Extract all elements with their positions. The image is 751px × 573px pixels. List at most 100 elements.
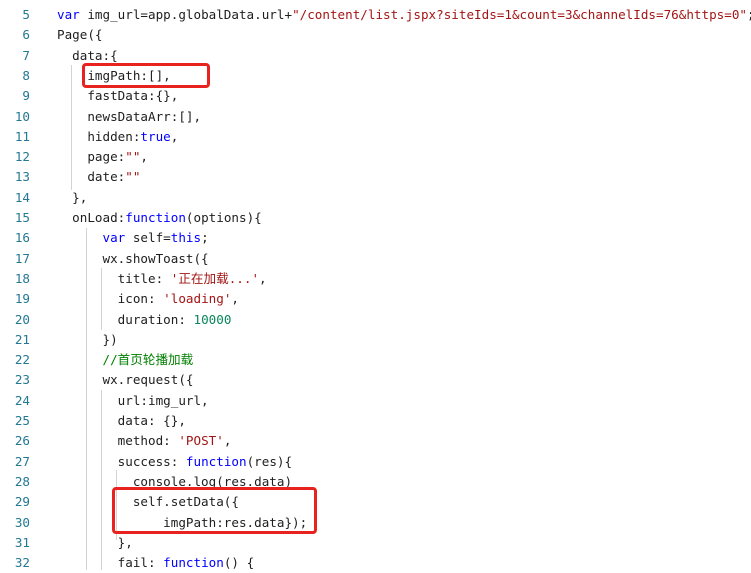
code-token: page: [57, 149, 126, 165]
code-token: var [102, 230, 126, 246]
code-token: Page({ [57, 27, 103, 43]
line-number: 20 [14, 311, 30, 327]
code-token: wx.request({ [57, 372, 194, 388]
code-token: method: [57, 433, 179, 449]
code-token: var [57, 7, 80, 22]
code-token: , [170, 128, 179, 144]
code-token: "" [125, 149, 141, 165]
code-token: }, [57, 189, 88, 205]
code-line[interactable]: 20 duration: 10000 [0, 310, 751, 330]
indent-guide [86, 228, 87, 570]
code-text: wx.request({ [57, 370, 193, 390]
indent-guide [101, 390, 102, 570]
code-line[interactable]: 22 //首页轮播加载 [0, 350, 751, 370]
code-text: Page({ [57, 25, 103, 45]
code-token: }, [57, 534, 133, 550]
code-line[interactable]: 10 newsDataArr:[], [0, 107, 751, 127]
code-token: , [223, 433, 232, 449]
code-token: 'loading' [163, 291, 232, 307]
line-number: 30 [14, 514, 30, 530]
code-token: hidden: [57, 128, 141, 144]
line-number: 16 [14, 230, 30, 246]
code-text: wx.showToast({ [57, 249, 209, 269]
code-token: //首页轮播加载 [57, 352, 194, 368]
code-token: wx.showToast({ [57, 250, 209, 266]
line-number: 27 [14, 453, 30, 469]
code-token: self= [125, 230, 171, 246]
code-text: onLoad:function(options){ [57, 208, 262, 228]
code-line[interactable]: 11 hidden:true, [0, 127, 751, 147]
code-text: date:"" [57, 167, 140, 187]
line-number: 14 [14, 189, 30, 205]
line-number: 7 [22, 47, 30, 63]
code-line[interactable]: 18 title: '正在加载...', [0, 269, 751, 289]
code-token: date: [57, 169, 126, 185]
line-number: 28 [14, 473, 30, 489]
code-text: duration: 10000 [57, 310, 232, 330]
code-text: fastData:{}, [57, 86, 178, 106]
code-line[interactable]: 32 fail: function() { [0, 553, 751, 573]
code-token: }) [57, 331, 118, 347]
code-line[interactable]: 12 page:"", [0, 147, 751, 167]
code-text: hidden:true, [57, 127, 178, 147]
code-text: success: function(res){ [57, 452, 292, 472]
code-line[interactable]: 5 var img_url=app.globalData.url+"/conten… [0, 5, 751, 25]
code-text: var self=this; [57, 228, 209, 248]
line-number: 8 [22, 67, 30, 83]
line-number: 13 [14, 169, 30, 185]
code-token: function [185, 453, 247, 469]
code-line[interactable]: 31 }, [0, 533, 751, 553]
code-token: data:{ [57, 47, 118, 63]
code-token: 10000 [193, 311, 232, 327]
highlight-box-imgpath-declaration [82, 63, 210, 88]
code-token: onLoad: [57, 210, 126, 225]
line-number: 29 [14, 494, 30, 510]
code-line[interactable]: 6 Page({ [0, 25, 751, 45]
code-token: fastData:{}, [57, 88, 179, 104]
code-text: }, [57, 188, 87, 208]
code-text: icon: 'loading', [57, 289, 239, 309]
line-number: 18 [14, 270, 30, 286]
code-token: ; [747, 7, 751, 22]
code-line[interactable]: 16 var self=this; [0, 228, 751, 248]
line-number: 22 [14, 352, 30, 368]
code-token: , [231, 291, 239, 307]
line-number: 10 [14, 108, 30, 124]
code-token: ; [201, 230, 209, 246]
code-text: }) [57, 330, 118, 350]
code-token: newsDataArr:[], [57, 108, 202, 124]
indent-guide [71, 65, 72, 190]
code-token: "" [125, 169, 141, 185]
code-token: this [170, 230, 202, 246]
code-token: , [140, 149, 149, 165]
code-line[interactable]: 15 onLoad:function(options){ [0, 208, 751, 228]
line-number: 17 [14, 250, 30, 266]
line-number: 25 [14, 413, 30, 428]
code-line[interactable]: 26 method: 'POST', [0, 431, 751, 451]
line-number: 26 [14, 433, 30, 449]
code-line[interactable]: 23 wx.request({ [0, 370, 751, 390]
code-text: var img_url=app.globalData.url+"/content… [57, 5, 751, 25]
code-text: newsDataArr:[], [57, 107, 201, 127]
code-line[interactable]: 25 data: {}, [0, 411, 751, 431]
code-line[interactable]: 21 }) [0, 330, 751, 350]
code-token: '正在加载...' [170, 270, 260, 286]
code-line[interactable]: 13 date:"" [0, 167, 751, 187]
code-token: data: {}, [57, 413, 186, 428]
code-line[interactable]: 17 wx.showToast({ [0, 249, 751, 269]
code-editor[interactable]: 32 fail: function() {31 }, 30 imgPath:res… [0, 0, 751, 570]
code-token: (res){ [246, 453, 293, 469]
line-number: 23 [14, 372, 30, 388]
code-token: fail: [57, 555, 164, 571]
code-line[interactable]: 9 fastData:{}, [0, 86, 751, 106]
code-line[interactable]: 24 url:img_url, [0, 391, 751, 411]
line-number: 5 [22, 7, 30, 22]
indent-guide [101, 268, 102, 330]
code-token: duration: [57, 311, 194, 327]
code-token: () { [223, 555, 255, 571]
code-line[interactable]: 14 }, [0, 188, 751, 208]
code-line[interactable]: 27 success: function(res){ [0, 452, 751, 472]
code-token: , [259, 270, 267, 286]
code-token: success: [57, 453, 186, 469]
code-line[interactable]: 19 icon: 'loading', [0, 289, 751, 309]
